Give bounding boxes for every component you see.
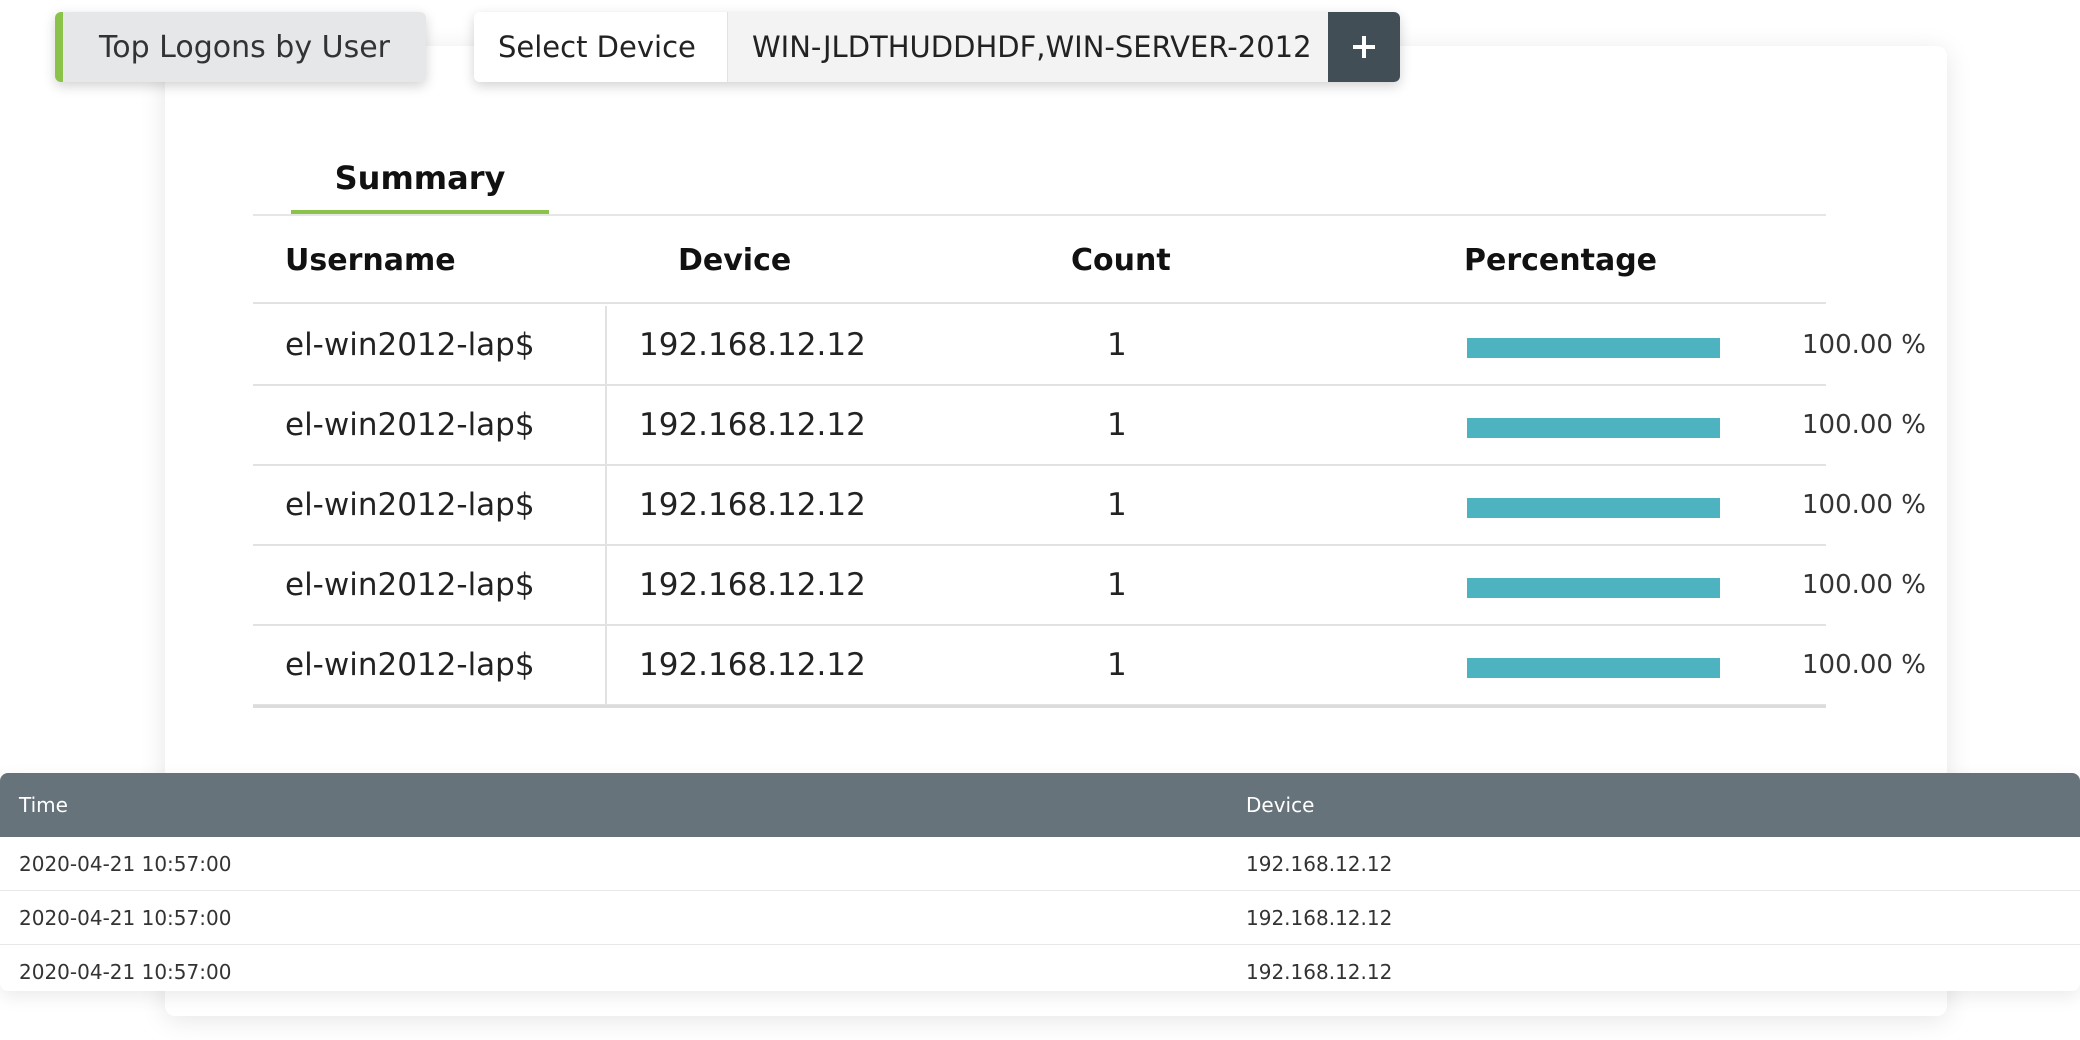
- cell-device[interactable]: 192.168.12.12: [639, 466, 866, 544]
- detail-row[interactable]: 2020-04-21 10:57:00 192.168.12.12: [0, 891, 2080, 945]
- percentage-bar-fill: [1467, 498, 1720, 518]
- table-row[interactable]: el-win2012-lap$ 192.168.12.12 1 100.00 %: [253, 626, 1926, 706]
- summary-table-header: Username Device Count Percentage: [253, 218, 1826, 304]
- column-divider: [605, 306, 607, 386]
- detail-row[interactable]: 2020-04-21 10:57:00 192.168.12.12: [0, 945, 2080, 991]
- cell-time: 2020-04-21 10:57:00: [19, 852, 232, 876]
- cell-percentage: 100.00 %: [1802, 570, 1926, 600]
- cell-count[interactable]: 1: [1107, 546, 1127, 624]
- device-select-label: Select Device: [474, 12, 728, 82]
- cell-username: el-win2012-lap$: [285, 567, 535, 603]
- table-row[interactable]: el-win2012-lap$ 192.168.12.12 1 100.00 %: [253, 546, 1926, 626]
- cell-username: el-win2012-lap$: [285, 647, 535, 683]
- column-divider: [605, 546, 607, 626]
- report-title-label: Top Logons by User: [99, 29, 390, 65]
- tab-summary[interactable]: Summary: [291, 145, 549, 215]
- detail-grid-header: Time Device: [0, 773, 2080, 837]
- cell-count[interactable]: 1: [1107, 466, 1127, 544]
- cell-username: el-win2012-lap$: [285, 487, 535, 523]
- cell-device: 192.168.12.12: [1246, 960, 1393, 984]
- detail-row[interactable]: 2020-04-21 10:57:00 192.168.12.12: [0, 837, 2080, 891]
- table-row[interactable]: el-win2012-lap$ 192.168.12.12 1 100.00 %: [253, 306, 1926, 386]
- cell-device[interactable]: 192.168.12.12: [639, 626, 866, 704]
- cell-count[interactable]: 1: [1107, 626, 1127, 704]
- tabs-divider: [253, 214, 1826, 216]
- column-header-count[interactable]: Count: [1071, 218, 1171, 302]
- cell-device: 192.168.12.12: [1246, 852, 1393, 876]
- percentage-bar: [1467, 498, 1720, 518]
- cell-device[interactable]: 192.168.12.12: [639, 546, 866, 624]
- cell-count[interactable]: 1: [1107, 306, 1127, 384]
- table-row[interactable]: el-win2012-lap$ 192.168.12.12 1 100.00 %: [253, 386, 1926, 466]
- cell-device[interactable]: 192.168.12.12: [639, 306, 866, 384]
- cell-device[interactable]: 192.168.12.12: [639, 386, 866, 464]
- column-divider: [605, 386, 607, 466]
- cell-time: 2020-04-21 10:57:00: [19, 906, 232, 930]
- cell-percentage: 100.00 %: [1802, 410, 1926, 440]
- column-header-username[interactable]: Username: [285, 218, 456, 302]
- cell-percentage: 100.00 %: [1802, 490, 1926, 520]
- column-header-time[interactable]: Time: [19, 773, 68, 837]
- percentage-bar: [1467, 578, 1720, 598]
- cell-device: 192.168.12.12: [1246, 906, 1393, 930]
- device-selector: Select Device WIN-JLDTHUDDHDF,WIN-SERVER…: [474, 12, 1400, 82]
- percentage-bar: [1467, 418, 1720, 438]
- summary-table-bottom-border: [253, 705, 1826, 708]
- cell-username: el-win2012-lap$: [285, 327, 535, 363]
- percentage-bar-fill: [1467, 338, 1720, 358]
- percentage-bar: [1467, 338, 1720, 358]
- percentage-bar-fill: [1467, 658, 1720, 678]
- percentage-bar-fill: [1467, 578, 1720, 598]
- cell-count[interactable]: 1: [1107, 386, 1127, 464]
- column-header-device[interactable]: Device: [1246, 773, 1314, 837]
- percentage-bar: [1467, 658, 1720, 678]
- table-row[interactable]: el-win2012-lap$ 192.168.12.12 1 100.00 %: [253, 466, 1926, 546]
- cell-percentage: 100.00 %: [1802, 330, 1926, 360]
- column-divider: [605, 466, 607, 546]
- column-header-percentage[interactable]: Percentage: [1464, 218, 1657, 302]
- detail-grid: Time Device 2020-04-21 10:57:00 192.168.1…: [0, 773, 2080, 991]
- cell-username: el-win2012-lap$: [285, 407, 535, 443]
- report-title-tab[interactable]: Top Logons by User: [55, 12, 426, 82]
- cell-percentage: 100.00 %: [1802, 650, 1926, 680]
- cell-time: 2020-04-21 10:57:00: [19, 960, 232, 984]
- device-select-input[interactable]: WIN-JLDTHUDDHDF,WIN-SERVER-2012: [728, 12, 1328, 82]
- add-device-button[interactable]: [1328, 12, 1400, 82]
- column-divider: [605, 626, 607, 706]
- plus-icon: [1353, 36, 1375, 58]
- percentage-bar-fill: [1467, 418, 1720, 438]
- column-header-device[interactable]: Device: [678, 218, 791, 302]
